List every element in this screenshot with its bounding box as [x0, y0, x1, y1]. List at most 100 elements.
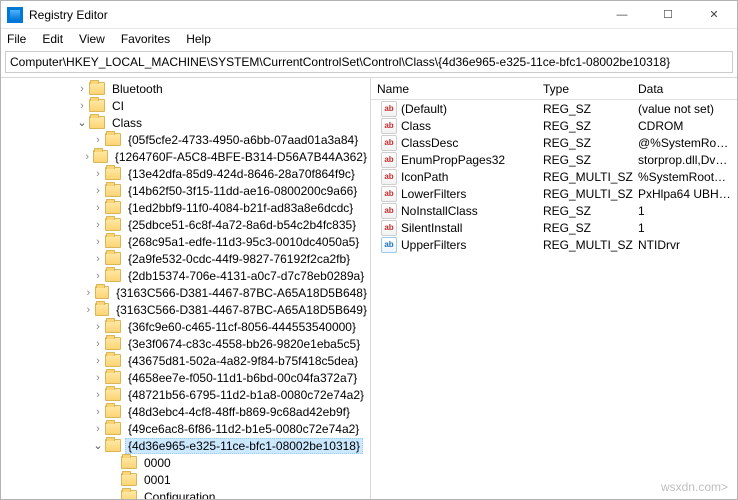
chevron-right-icon[interactable]: ›: [91, 218, 105, 232]
chevron-down-icon[interactable]: ⌄: [91, 439, 105, 453]
tree-item[interactable]: 0000: [3, 454, 370, 471]
tree-item-label: {05f5cfe2-4733-4950-a6bb-07aad01a3a84}: [125, 133, 361, 147]
tree-item[interactable]: › {1264760F-A5C8-4BFE-B314-D56A7B44A362}: [3, 148, 370, 165]
tree-item[interactable]: › {05f5cfe2-4733-4950-a6bb-07aad01a3a84}: [3, 131, 370, 148]
chevron-right-icon[interactable]: ›: [91, 320, 105, 334]
string-value-icon: [381, 220, 397, 236]
menu-edit[interactable]: Edit: [40, 31, 65, 47]
content-area: ›Bluetooth›CI⌄Class›{05f5cfe2-4733-4950-…: [1, 77, 737, 499]
folder-icon: [89, 82, 105, 95]
string-value-icon: [381, 152, 397, 168]
chevron-right-icon[interactable]: ›: [91, 167, 105, 181]
tree-item-label: {3163C566-D381-4467-87BC-A65A18D5B648}: [113, 286, 370, 300]
tree-item[interactable]: ›{48721b56-6795-11d2-b1a8-0080c72e74a2}: [3, 386, 370, 403]
menu-help[interactable]: Help: [184, 31, 213, 47]
value-row[interactable]: LowerFiltersREG_MULTI_SZPxHlpa64 UBHelpe…: [371, 185, 737, 202]
folder-icon: [105, 252, 121, 265]
chevron-right-icon[interactable]: ›: [91, 405, 105, 419]
col-header-data[interactable]: Data: [638, 82, 737, 96]
maximize-button[interactable]: ☐: [645, 1, 691, 29]
chevron-right-icon[interactable]: ›: [82, 303, 95, 317]
col-header-type[interactable]: Type: [543, 82, 638, 96]
chevron-down-icon[interactable]: ⌄: [75, 116, 89, 130]
value-row[interactable]: SilentInstallREG_SZ1: [371, 219, 737, 236]
value-name: LowerFilters: [401, 187, 466, 201]
tree-item[interactable]: ›Bluetooth: [3, 80, 370, 97]
chevron-right-icon[interactable]: ›: [91, 201, 105, 215]
folder-icon: [105, 439, 121, 452]
tree-item[interactable]: ›CI: [3, 97, 370, 114]
tree-item[interactable]: ›{49ce6ac8-6f86-11d2-b1e5-0080c72e74a2}: [3, 420, 370, 437]
minimize-button[interactable]: —: [599, 1, 645, 29]
address-text: Computer\HKEY_LOCAL_MACHINE\SYSTEM\Curre…: [10, 55, 670, 69]
tree-item-label: {1ed2bbf9-11f0-4084-b21f-ad83a8e6dcdc}: [125, 201, 356, 215]
tree-item[interactable]: ›{43675d81-502a-4a82-9f84-b75f418c5dea}: [3, 352, 370, 369]
chevron-right-icon[interactable]: ›: [91, 371, 105, 385]
chevron-right-icon[interactable]: ›: [91, 422, 105, 436]
value-name: UpperFilters: [401, 238, 466, 252]
tree-item[interactable]: Configuration: [3, 488, 370, 499]
chevron-right-icon[interactable]: ›: [91, 252, 105, 266]
menu-file[interactable]: File: [5, 31, 28, 47]
tree-item[interactable]: ›{13e42dfa-85d9-424d-8646-28a70f864f9c}: [3, 165, 370, 182]
tree-item[interactable]: ›{36fc9e60-c465-11cf-8056-444553540000}: [3, 318, 370, 335]
value-row[interactable]: (Default)REG_SZ(value not set): [371, 100, 737, 117]
details-header[interactable]: Name Type Data: [371, 78, 737, 100]
tree-item[interactable]: ›{14b62f50-3f15-11dd-ae16-0800200c9a66}: [3, 182, 370, 199]
string-value-icon: [381, 135, 397, 151]
value-data: storprop.dll,DvdPropPageProvider: [638, 153, 737, 167]
titlebar[interactable]: Registry Editor — ☐ ✕: [1, 1, 737, 29]
chevron-right-icon[interactable]: ›: [91, 337, 105, 351]
chevron-right-icon[interactable]: ›: [75, 82, 89, 96]
chevron-right-icon[interactable]: ›: [81, 150, 93, 164]
tree-item[interactable]: › {1ed2bbf9-11f0-4084-b21f-ad83a8e6dcdc}: [3, 199, 370, 216]
value-row[interactable]: EnumPropPages32REG_SZstorprop.dll,DvdPro…: [371, 151, 737, 168]
chevron-right-icon[interactable]: ›: [91, 388, 105, 402]
value-name: NoInstallClass: [401, 204, 478, 218]
regedit-icon: [7, 7, 23, 23]
tree-item[interactable]: ›{4658ee7e-f050-11d1-b6bd-00c04fa372a7}: [3, 369, 370, 386]
menu-favorites[interactable]: Favorites: [119, 31, 172, 47]
folder-icon: [105, 371, 121, 384]
tree-item[interactable]: ›{2db15374-706e-4131-a0c7-d7c78eb0289a}: [3, 267, 370, 284]
value-row[interactable]: ClassDescREG_SZ@%SystemRoot%\System32\..…: [371, 134, 737, 151]
chevron-right-icon[interactable]: ›: [91, 354, 105, 368]
chevron-right-icon[interactable]: ›: [91, 184, 105, 198]
value-row[interactable]: NoInstallClassREG_SZ1: [371, 202, 737, 219]
chevron-right-icon[interactable]: ›: [91, 235, 105, 249]
window: Registry Editor — ☐ ✕ File Edit View Fav…: [0, 0, 738, 500]
tree-item[interactable]: ⌄Class: [3, 114, 370, 131]
address-bar[interactable]: Computer\HKEY_LOCAL_MACHINE\SYSTEM\Curre…: [5, 51, 733, 73]
chevron-right-icon[interactable]: ›: [91, 133, 105, 147]
tree-item[interactable]: › {3163C566-D381-4467-87BC-A65A18D5B648}: [3, 284, 370, 301]
multistring-value-icon: [381, 237, 397, 253]
tree-view[interactable]: ›Bluetooth›CI⌄Class›{05f5cfe2-4733-4950-…: [1, 78, 371, 499]
chevron-right-icon[interactable]: ›: [82, 286, 95, 300]
tree-item[interactable]: ⌄{4d36e965-e325-11ce-bfc1-08002be10318}: [3, 437, 370, 454]
window-controls: — ☐ ✕: [599, 1, 737, 29]
folder-icon: [105, 422, 121, 435]
tree-item[interactable]: ›{25dbce51-6c8f-4a72-8a6d-b54c2b4fc835}: [3, 216, 370, 233]
folder-icon: [105, 218, 121, 231]
details-list[interactable]: Name Type Data (Default)REG_SZ(value not…: [371, 78, 737, 499]
value-name: ClassDesc: [401, 136, 458, 150]
value-row[interactable]: ClassREG_SZCDROM: [371, 117, 737, 134]
chevron-right-icon[interactable]: ›: [91, 269, 105, 283]
value-data: @%SystemRoot%\System32\...: [638, 136, 737, 150]
tree-item[interactable]: ›{3e3f0674-c83c-4558-bb26-9820e1eba5c5}: [3, 335, 370, 352]
tree-item-label: {1264760F-A5C8-4BFE-B314-D56A7B44A362}: [112, 150, 370, 164]
tree-item[interactable]: › {2a9fe532-0cdc-44f9-9827-76192f2ca2fb}: [3, 250, 370, 267]
value-type: REG_MULTI_SZ: [543, 238, 638, 252]
menu-view[interactable]: View: [77, 31, 107, 47]
tree-item[interactable]: ›{268c95a1-edfe-11d3-95c3-0010dc4050a5}: [3, 233, 370, 250]
tree-item[interactable]: 0001: [3, 471, 370, 488]
value-row[interactable]: IconPathREG_MULTI_SZ%SystemRoot%\System3…: [371, 168, 737, 185]
value-row[interactable]: UpperFiltersREG_MULTI_SZNTIDrvr: [371, 236, 737, 253]
col-header-name[interactable]: Name: [371, 82, 543, 96]
tree-item-label: {2a9fe532-0cdc-44f9-9827-76192f2ca2fb}: [125, 252, 353, 266]
chevron-right-icon[interactable]: ›: [75, 99, 89, 113]
close-button[interactable]: ✕: [691, 1, 737, 29]
tree-item[interactable]: ›{48d3ebc4-4cf8-48ff-b869-9c68ad42eb9f}: [3, 403, 370, 420]
tree-item[interactable]: ›{3163C566-D381-4467-87BC-A65A18D5B649}: [3, 301, 370, 318]
twisty-none-icon: [107, 473, 121, 487]
